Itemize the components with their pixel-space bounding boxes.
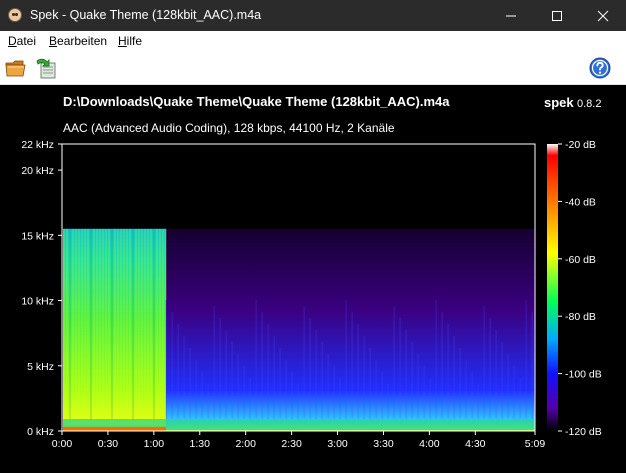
menu-datei[interactable]: Datei xyxy=(8,34,36,48)
menu-hilfe[interactable]: Hilfe xyxy=(118,34,142,48)
db-tick-label: -40 dB xyxy=(565,196,596,208)
y-tick-label: 10 kHz xyxy=(21,296,54,308)
maximize-icon xyxy=(552,11,562,21)
toolbar xyxy=(0,52,626,85)
menu-bearbeiten[interactable]: Bearbeiten xyxy=(49,34,107,48)
y-tick-label: 22 kHz xyxy=(21,139,54,151)
window-title: Spek - Quake Theme (128kbit_AAC).m4a xyxy=(30,8,262,22)
x-tick-label: 2:30 xyxy=(281,438,302,450)
menu-bar: Datei Bearbeiten Hilfe xyxy=(0,31,626,52)
close-button[interactable] xyxy=(580,0,626,31)
db-tick-label: -120 dB xyxy=(565,426,602,438)
save-export-icon xyxy=(36,58,56,79)
maximize-button[interactable] xyxy=(534,0,580,31)
y-tick-label: 15 kHz xyxy=(21,230,54,242)
spectrogram-chart: 0 kHz 5 kHz 10 kHz 15 kHz 20 kHz 22 kHz 0:00 0… xyxy=(21,139,602,450)
x-tick-label: 2:00 xyxy=(235,438,256,450)
x-tick-label: 0:00 xyxy=(52,438,73,450)
open-button[interactable] xyxy=(4,56,28,80)
x-tick-label: 4:00 xyxy=(419,438,440,450)
minimize-icon xyxy=(506,15,516,17)
app-window: Spek - Quake Theme (128kbit_AAC).m4a Dat… xyxy=(0,0,626,473)
menu-bearbeiten-label: earbeiten xyxy=(57,34,108,48)
quiet-spectral-region xyxy=(166,228,535,431)
db-tick-label: -100 dB xyxy=(565,369,602,381)
menu-datei-label: atei xyxy=(16,34,37,48)
bass-hot-line xyxy=(63,427,167,430)
x-tick-label: 3:00 xyxy=(327,438,348,450)
menu-hilfe-label: ilfe xyxy=(126,34,143,48)
db-tick-label: -80 dB xyxy=(565,311,596,323)
y-tick-label: 5 kHz xyxy=(27,361,54,373)
db-tick-label: -20 dB xyxy=(565,139,596,151)
title-bar[interactable]: Spek - Quake Theme (128kbit_AAC).m4a xyxy=(0,0,626,31)
spectrogram-view: D:\Downloads\Quake Theme\Quake Theme (12… xyxy=(0,85,626,473)
spek-face-icon xyxy=(8,8,22,22)
close-icon xyxy=(597,10,609,22)
help-button[interactable] xyxy=(588,56,612,80)
db-tick-label: -60 dB xyxy=(565,254,596,266)
help-icon xyxy=(589,57,611,79)
open-folder-icon xyxy=(5,60,26,77)
db-color-scale xyxy=(547,144,558,431)
x-tick-label: 0:30 xyxy=(98,438,119,450)
y-tick-label: 0 kHz xyxy=(27,426,54,438)
menu-bearbeiten-mnemonic: B xyxy=(49,34,58,48)
x-tick-label: 5:09 xyxy=(525,438,546,450)
x-tick-label: 1:00 xyxy=(144,438,165,450)
minimize-button[interactable] xyxy=(488,0,534,31)
y-tick-label: 20 kHz xyxy=(21,165,54,177)
x-tick-label: 3:30 xyxy=(373,438,394,450)
menu-hilfe-mnemonic: H xyxy=(118,34,127,48)
x-tick-label: 4:30 xyxy=(465,438,486,450)
menu-datei-mnemonic: D xyxy=(8,34,17,48)
save-button[interactable] xyxy=(34,56,58,80)
x-tick-label: 1:30 xyxy=(190,438,211,450)
